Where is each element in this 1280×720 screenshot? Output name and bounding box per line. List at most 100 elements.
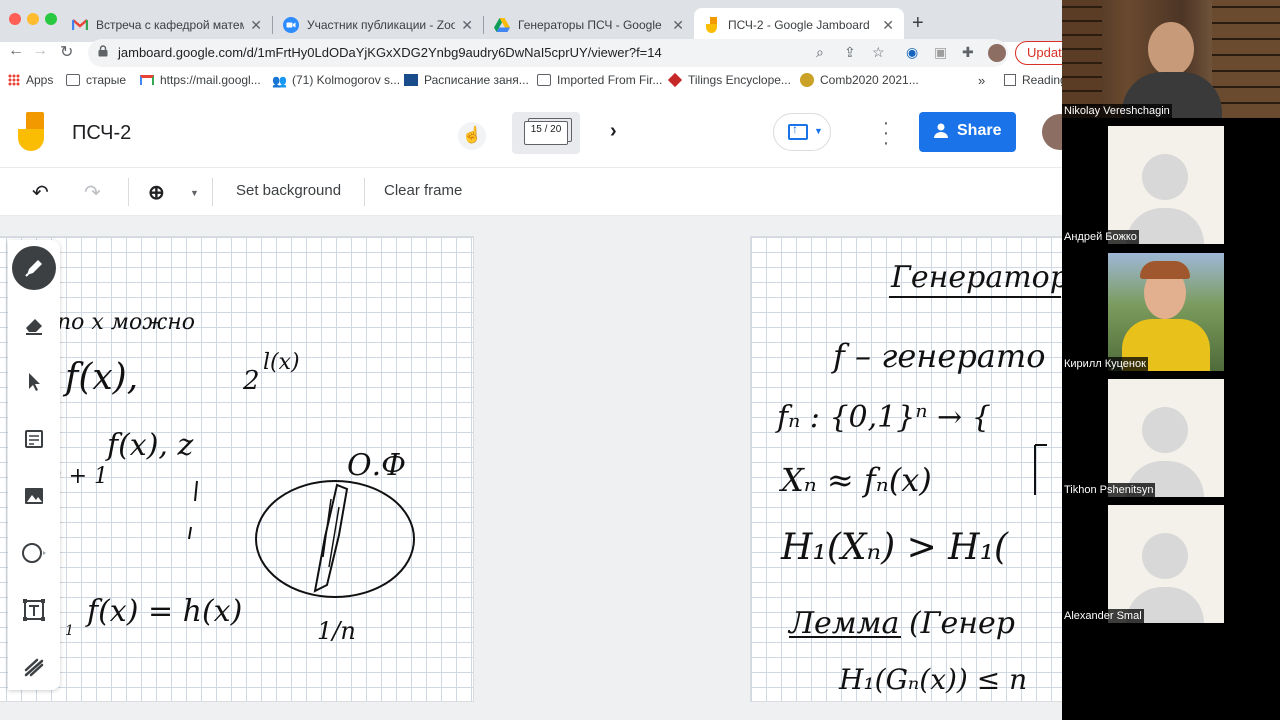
ink-text: l(x): [263, 350, 300, 375]
bookmark-comb2020[interactable]: Comb2020 2021...: [800, 73, 919, 87]
close-icon[interactable]: ✕: [672, 17, 684, 34]
ink-text: f – генерато: [831, 337, 1045, 375]
participant-video: [1108, 253, 1224, 371]
frame-bar-toggle[interactable]: 15 / 20: [512, 112, 580, 154]
tiling-icon: [667, 72, 683, 88]
update-button[interactable]: Update: [1015, 41, 1062, 65]
calendar-icon: [404, 74, 418, 86]
bookmark-apps[interactable]: Apps: [8, 73, 53, 87]
bookmark-schedule[interactable]: Расписание заня...: [404, 73, 529, 87]
participant-name: Андрей Божко: [1062, 230, 1139, 244]
tab-zoom[interactable]: Участник публикации - Zoom ✕: [273, 8, 483, 42]
folder-icon: [537, 74, 551, 86]
bookmark-folder-imported[interactable]: Imported From Fir...: [537, 73, 662, 87]
extensions-puzzle-icon[interactable]: ✚: [962, 44, 974, 61]
sticky-note-tool[interactable]: [12, 417, 56, 461]
participant-tile[interactable]: Alexander Smal: [1062, 505, 1280, 623]
bookmark-kolmogorov[interactable]: 👥 (71) Kolmogorov s...: [272, 73, 401, 88]
participant-video: [1062, 0, 1280, 118]
close-icon[interactable]: ✕: [461, 17, 473, 34]
bookmark-folder-old[interactable]: старые: [66, 73, 126, 87]
eraser-tool[interactable]: [12, 303, 56, 347]
set-background-button[interactable]: Set background: [236, 182, 341, 199]
share-button[interactable]: Share: [919, 112, 1016, 152]
bookmark-label: Расписание заня...: [424, 73, 529, 87]
bookmark-label: Tilings Encyclope...: [688, 73, 791, 87]
next-frame-button[interactable]: ›: [610, 120, 617, 143]
back-arrow-icon[interactable]: ←: [8, 42, 24, 60]
jamboard-icon: [704, 17, 720, 33]
laser-tool[interactable]: [12, 645, 56, 689]
image-tool[interactable]: [12, 474, 56, 518]
redo-icon[interactable]: ↷: [84, 180, 101, 205]
zoom-icon[interactable]: ⊕: [148, 180, 165, 205]
zoom-gallery: Nikolay Vereshchagin Андрей Божко Кирилл…: [1062, 0, 1280, 720]
participant-tile[interactable]: Nikolay Vereshchagin: [1062, 0, 1280, 118]
bookmark-label: (71) Kolmogorov s...: [292, 73, 401, 87]
cast-present-button[interactable]: ↑ ▼: [773, 113, 831, 151]
account-avatar[interactable]: [1042, 114, 1062, 150]
avatar-placeholder-icon: [1142, 533, 1188, 579]
people-icon: 👥: [272, 74, 287, 88]
jamboard-logo[interactable]: [18, 112, 46, 152]
close-icon[interactable]: ✕: [250, 17, 262, 34]
avatar-placeholder-icon: [1142, 407, 1188, 453]
select-tool[interactable]: [12, 360, 56, 404]
ink-text: fₙ : {0,1}ⁿ → {: [775, 400, 991, 435]
pen-tool[interactable]: [12, 246, 56, 290]
undo-icon[interactable]: ↶: [32, 180, 49, 205]
extension-icon[interactable]: ▣: [934, 44, 947, 61]
ink-text: H₁(Xₙ) > H₁(: [780, 527, 1009, 568]
tab-gmail[interactable]: Встреча с кафедрой математ ✕: [62, 8, 272, 42]
zoom-icon: [283, 17, 299, 33]
reload-icon[interactable]: ↻: [60, 42, 73, 62]
maximize-window-button[interactable]: [45, 13, 57, 25]
extension-flag-icon[interactable]: ◉: [906, 44, 918, 61]
jam-title[interactable]: ПСЧ-2: [72, 122, 131, 145]
jamboard-header: ПСЧ-2 ☝ 15 / 20 › ↑ ▼ · · · Share: [0, 96, 1062, 168]
close-window-button[interactable]: [9, 13, 21, 25]
more-options-icon[interactable]: · · ·: [880, 113, 892, 153]
bookmark-star-icon[interactable]: ☆: [872, 44, 885, 61]
bookmark-gmail[interactable]: https://mail.googl...: [140, 73, 261, 87]
participant-tile[interactable]: Tikhon Pshenitsyn: [1062, 379, 1280, 497]
participant-tile[interactable]: Кирилл Куценок: [1062, 253, 1280, 371]
text-box-tool[interactable]: [12, 588, 56, 632]
profile-avatar[interactable]: [988, 44, 1006, 62]
jamboard-toolbar: ↶ ↷ ⊕ ▼ Set background Clear frame: [0, 168, 1062, 216]
pen-icon: [25, 260, 42, 277]
handwriting-layer: по x можно f(x), 2 l(x) f(x), z ) + 1 О.…: [52, 310, 415, 645]
image-icon: [25, 488, 43, 504]
shape-tool[interactable]: [12, 531, 56, 575]
ink-text: f(x), z: [105, 428, 194, 463]
chevron-down-icon[interactable]: ▼: [190, 188, 199, 198]
tab-jamboard[interactable]: ПСЧ-2 - Google Jamboard ✕: [694, 8, 904, 42]
participant-name: Кирилл Куценок: [1062, 357, 1148, 371]
reading-list[interactable]: Reading: [1004, 73, 1062, 87]
address-bar[interactable]: jamboard.google.com/d/1mFrtHy0LdODaYjKGx…: [88, 39, 1008, 67]
forward-arrow-icon[interactable]: →: [32, 42, 48, 60]
participant-name: Tikhon Pshenitsyn: [1062, 483, 1156, 497]
browser-toolbar: ← → ↻ jamboard.google.com/d/1mFrtHy0LdOD…: [0, 39, 1062, 67]
participant-tile[interactable]: Андрей Божко: [1062, 126, 1280, 244]
clear-frame-button[interactable]: Clear frame: [384, 182, 462, 199]
tab-label: Генераторы ПСЧ - Google Dri: [518, 18, 667, 32]
minimize-window-button[interactable]: [27, 13, 39, 25]
ink-text: ) + 1: [52, 464, 108, 489]
more-bookmarks-icon[interactable]: »: [978, 73, 985, 88]
jamboard-canvas[interactable]: по x можно f(x), 2 l(x) f(x), z ) + 1 О.…: [0, 216, 1062, 720]
close-icon[interactable]: ✕: [882, 17, 894, 34]
reading-list-label: Reading: [1022, 73, 1062, 87]
screen: Встреча с кафедрой математ ✕ Участник пу…: [0, 0, 1280, 720]
new-tab-button[interactable]: +: [912, 12, 924, 35]
frame-right[interactable]: Генератор f – генерато fₙ : {0,1}ⁿ → { X…: [750, 236, 1062, 702]
zoom-magnifier-icon[interactable]: ⌕: [816, 44, 824, 61]
tab-google-drive[interactable]: Генераторы ПСЧ - Google Dri ✕: [484, 8, 694, 42]
frame-left[interactable]: по x можно f(x), 2 l(x) f(x), z ) + 1 О.…: [0, 236, 474, 702]
tab-label: Участник публикации - Zoom: [307, 18, 456, 32]
bookmark-tilings[interactable]: Tilings Encyclope...: [667, 72, 791, 88]
apps-grid-icon: [8, 74, 20, 86]
share-page-icon[interactable]: ⇪: [844, 44, 856, 61]
gmail-icon: [140, 75, 154, 85]
bookmark-label: https://mail.googl...: [160, 73, 261, 87]
